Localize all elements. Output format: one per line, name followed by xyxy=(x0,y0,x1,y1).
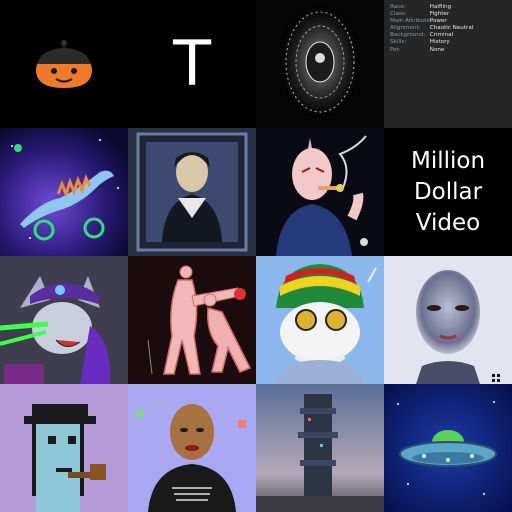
laser-cat-image xyxy=(0,256,128,384)
tile-silver-face[interactable] xyxy=(384,256,512,384)
ufo-image xyxy=(384,384,512,512)
tile-letter-t[interactable]: T xyxy=(128,0,256,128)
rasta-panda-image xyxy=(256,256,384,384)
bald-woman-image xyxy=(128,384,256,512)
trait-row: Alignment: Chaotic Neutral xyxy=(390,25,474,32)
million-dollar-video-text: Million Dollar Video xyxy=(410,147,486,236)
tile-laser-cat[interactable] xyxy=(0,256,128,384)
framed-portrait-image xyxy=(136,132,248,252)
tile-pixel-punk-pipe[interactable] xyxy=(0,384,128,512)
tile-million-dollar-video[interactable]: Million Dollar Video xyxy=(384,128,512,256)
nft-gallery-grid: T Race: Halfling Class: Fighter Main Att… xyxy=(0,0,512,512)
letter-t-text: T xyxy=(173,27,211,100)
tile-framed-portrait[interactable] xyxy=(128,128,256,256)
trait-row: Skills: History xyxy=(390,39,450,46)
tile-unicorn-smoker[interactable] xyxy=(256,128,384,256)
trait-row: Pet: None xyxy=(390,46,445,53)
tile-pink-figures[interactable] xyxy=(128,256,256,384)
pixel-punk-pipe-image xyxy=(0,384,128,512)
dark-portal-image xyxy=(280,6,360,118)
tile-rasta-panda[interactable] xyxy=(256,256,384,384)
trait-row: Class: Fighter xyxy=(390,11,450,18)
space-lizard-image xyxy=(0,128,128,256)
tile-space-lizard[interactable] xyxy=(0,128,128,256)
trait-row: Race: Halfling xyxy=(390,4,452,10)
silver-face-image xyxy=(384,256,512,384)
tile-ufo[interactable] xyxy=(384,384,512,512)
tile-pumpkin-bot[interactable] xyxy=(0,0,128,128)
tile-bald-woman[interactable] xyxy=(128,384,256,512)
unicorn-smoker-image xyxy=(276,135,368,256)
pumpkin-bot-image xyxy=(36,40,92,88)
trait-row: Main Attribute: Power xyxy=(390,18,447,25)
cyber-tower-image xyxy=(256,384,384,512)
trait-row: Background: Criminal xyxy=(390,32,454,39)
traits-list: Race: Halfling Class: Fighter Main Attri… xyxy=(390,4,510,54)
tile-character-traits[interactable]: Race: Halfling Class: Fighter Main Attri… xyxy=(384,0,512,128)
pink-figures-image xyxy=(147,265,252,375)
tile-dark-portal[interactable] xyxy=(256,0,384,128)
tile-cyber-tower[interactable] xyxy=(256,384,384,512)
